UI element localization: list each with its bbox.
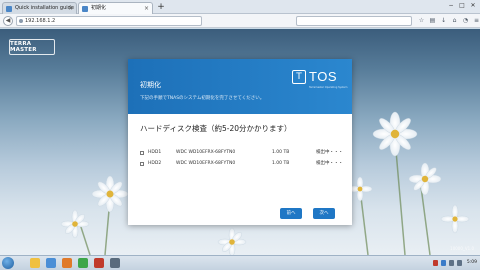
page-viewport: TERRA MASTER 10000_V1.0 初期化 下記の手順でTNASのシ…	[0, 29, 480, 255]
network-icon[interactable]	[449, 260, 454, 266]
terramaster-logo: TERRA MASTER	[9, 39, 55, 55]
pocket-icon[interactable]: ◔	[462, 17, 469, 24]
dialog-body: ハードディスク検査（約5-20分かかります） HDD1 WDC WD10EFRX…	[128, 114, 352, 225]
disk-name: HDD2	[148, 161, 162, 166]
file-explorer-icon[interactable]	[30, 258, 40, 268]
dialog-description: 下記の手順でTNASのシステム初期化を完了させてください。	[140, 96, 265, 101]
disk-checkbox[interactable]	[140, 162, 144, 166]
page-favicon-icon	[82, 6, 88, 12]
new-tab-button[interactable]: +	[156, 2, 166, 13]
navigation-bar: ◀ 192.168.1.2 ☆ ▤ ↓ ⌂ ◔ ≡	[0, 14, 480, 28]
window-controls: − □ ✕	[446, 1, 478, 11]
tos-logo-name: TOS	[309, 69, 337, 84]
disk-status: 検出中・・・	[316, 161, 343, 166]
tos-logo-tagline: Terramaster Operating System	[309, 86, 348, 89]
dialog-header: 初期化 下記の手順でTNASのシステム初期化を完了させてください。 T TOS …	[128, 59, 352, 114]
system-tray	[433, 260, 462, 266]
address-bar[interactable]: 192.168.1.2	[16, 16, 202, 26]
disk-model: WDC WD10EFRX-68FYTN0	[176, 150, 236, 155]
toolbar-icons: ☆ ▤ ↓ ⌂ ◔ ≡	[418, 17, 480, 24]
address-text: 192.168.1.2	[25, 18, 56, 24]
taskbar-clock[interactable]: 5:09	[467, 260, 477, 265]
disk-row: HDD2 WDC WD10EFRX-68FYTN0 1.00 TB 検出中・・・	[140, 160, 343, 168]
tray-app-icon[interactable]	[441, 260, 446, 266]
download-icon[interactable]: ↓	[440, 17, 447, 24]
app-icon[interactable]	[94, 258, 104, 268]
tab-label: 初期化	[91, 5, 107, 11]
tab-bar: Quick installation guide × 初期化 × + − □ ✕	[0, 0, 480, 15]
home-icon[interactable]: ⌂	[451, 17, 458, 24]
disk-size: 1.00 TB	[272, 161, 290, 166]
media-player-icon[interactable]	[46, 258, 56, 268]
maximize-button[interactable]: □	[457, 1, 467, 10]
disk-size: 1.00 TB	[272, 150, 290, 155]
start-button[interactable]	[2, 257, 14, 269]
menu-icon[interactable]: ≡	[473, 17, 480, 24]
page-favicon-icon	[6, 6, 12, 12]
back-step-button[interactable]: 前へ	[280, 208, 302, 219]
disk-name: HDD1	[148, 150, 162, 155]
tab-quick-installation-guide[interactable]: Quick installation guide ×	[2, 2, 77, 14]
minimize-button[interactable]: −	[446, 1, 456, 10]
tab-close-icon[interactable]: ×	[68, 3, 73, 14]
site-info-icon[interactable]	[19, 19, 23, 23]
close-window-button[interactable]: ✕	[468, 1, 478, 10]
star-icon[interactable]: ☆	[418, 17, 425, 24]
tab-label: Quick installation guide	[15, 5, 74, 11]
disk-status: 検出中・・・	[316, 150, 343, 155]
app-icon[interactable]	[78, 258, 88, 268]
version-watermark: 10000_V1.0	[450, 246, 474, 251]
tab-close-icon[interactable]: ×	[144, 3, 149, 14]
firefox-icon[interactable]	[62, 258, 72, 268]
next-step-button[interactable]: 次へ	[313, 208, 335, 219]
tos-logo: T TOS Terramaster Operating System	[292, 69, 347, 93]
tray-app-icon[interactable]	[433, 260, 438, 266]
search-input[interactable]	[296, 16, 412, 26]
disk-model: WDC WD10EFRX-68FYTN0	[176, 161, 236, 166]
volume-icon[interactable]	[457, 260, 462, 266]
logo-text: TERRA MASTER	[10, 41, 37, 53]
back-button[interactable]: ◀	[3, 16, 13, 26]
section-title: ハードディスク検査（約5-20分かかります）	[140, 124, 292, 133]
disk-row: HDD1 WDC WD10EFRX-68FYTN0 1.00 TB 検出中・・・	[140, 149, 343, 157]
tos-logo-icon: T	[292, 70, 306, 84]
dialog-title: 初期化	[140, 81, 161, 89]
reading-list-icon[interactable]: ▤	[429, 17, 436, 24]
initialization-dialog: 初期化 下記の手順でTNASのシステム初期化を完了させてください。 T TOS …	[128, 59, 352, 225]
app-icon[interactable]	[110, 258, 120, 268]
disk-checkbox[interactable]	[140, 151, 144, 155]
taskbar: 5:09	[0, 255, 480, 270]
